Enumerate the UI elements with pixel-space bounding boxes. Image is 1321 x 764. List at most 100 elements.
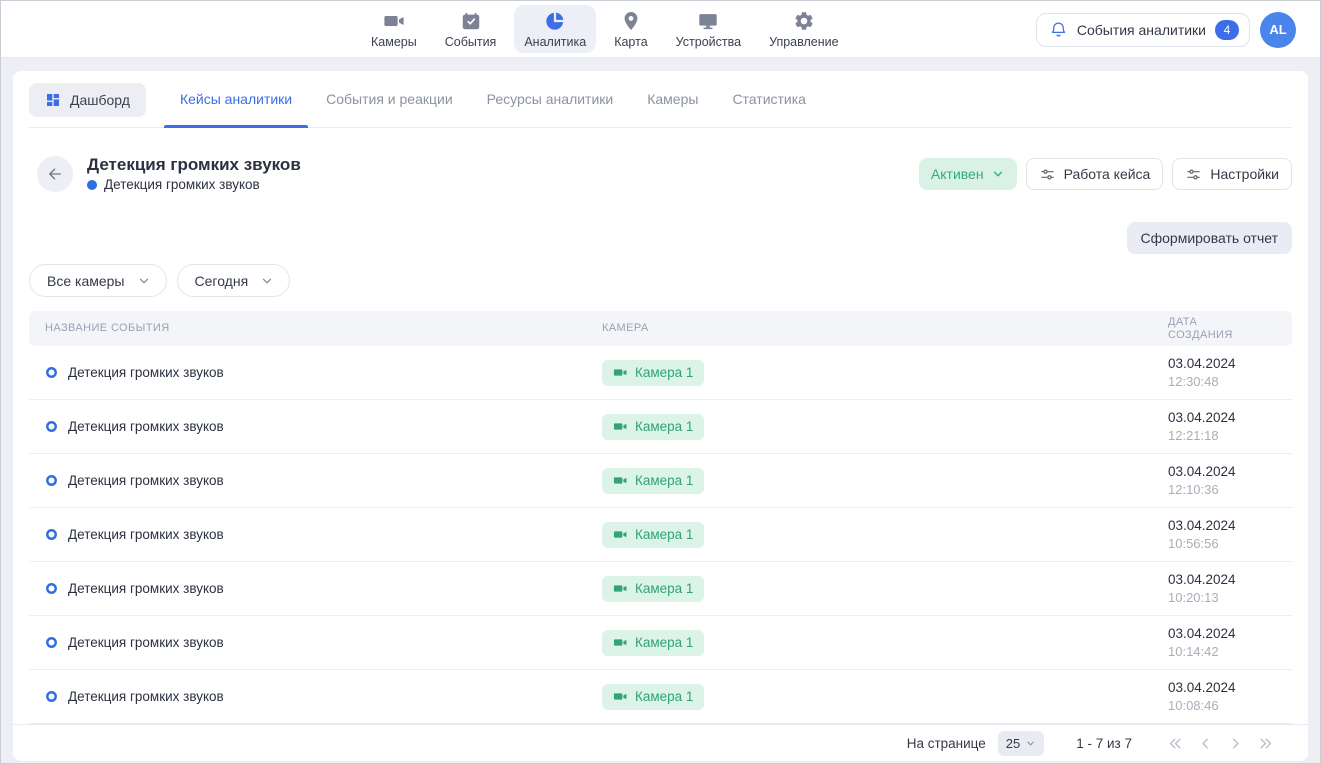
video-camera-icon (613, 365, 628, 380)
chevron-down-icon (260, 274, 274, 288)
monitor-icon (697, 10, 719, 32)
cameras-filter-dropdown[interactable]: Все камеры (29, 264, 167, 297)
camera-badge[interactable]: Камера 1 (602, 414, 704, 440)
event-time: 10:20:13 (1168, 589, 1292, 607)
nav-item-map[interactable]: Карта (604, 5, 657, 53)
per-page-select[interactable]: 25 (998, 731, 1044, 756)
next-page-button[interactable] (1222, 731, 1248, 757)
event-name-cell: Детекция громких звуков (29, 473, 602, 488)
date-cell: 03.04.2024 10:14:42 (1168, 624, 1292, 661)
event-date: 03.04.2024 (1168, 354, 1292, 373)
table-body: Детекция громких звуков Камера 1 03.04.2… (29, 346, 1292, 724)
first-page-button[interactable] (1162, 731, 1188, 757)
prev-page-button[interactable] (1192, 731, 1218, 757)
nav-item-events[interactable]: События (435, 5, 507, 53)
table-header: НАЗВАНИЕ СОБЫТИЯ КАМЕРА ДАТА СОЗДАНИЯ (29, 311, 1292, 346)
event-time: 10:14:42 (1168, 643, 1292, 661)
table-row[interactable]: Детекция громких звуков Камера 1 03.04.2… (29, 346, 1292, 400)
avatar[interactable]: AL (1260, 12, 1296, 48)
camera-cell: Камера 1 (602, 684, 1168, 710)
bell-icon (1049, 20, 1068, 39)
tab-analytics-cases[interactable]: Кейсы аналитики (164, 83, 308, 127)
event-date: 03.04.2024 (1168, 678, 1292, 697)
camera-badge[interactable]: Камера 1 (602, 630, 704, 656)
last-page-button[interactable] (1252, 731, 1278, 757)
tab-events-reactions[interactable]: События и реакции (310, 83, 469, 127)
table-footer: На странице 25 1 - 7 из 7 (13, 724, 1308, 761)
pager (1162, 731, 1278, 757)
camera-name: Камера 1 (635, 635, 693, 650)
nav-label: Устройства (676, 35, 741, 49)
tab-analytics-resources[interactable]: Ресурсы аналитики (471, 83, 630, 127)
event-name: Детекция громких звуков (68, 689, 224, 704)
arrow-left-icon (46, 165, 64, 183)
generate-report-button[interactable]: Сформировать отчет (1127, 222, 1293, 254)
nav-label: Карта (614, 35, 647, 49)
nav-label: События (445, 35, 497, 49)
table-row[interactable]: Детекция громких звуков Камера 1 03.04.2… (29, 562, 1292, 616)
back-button[interactable] (37, 156, 73, 192)
event-name: Детекция громких звуков (68, 473, 224, 488)
video-camera-icon (613, 581, 628, 596)
table-row[interactable]: Детекция громких звуков Камера 1 03.04.2… (29, 454, 1292, 508)
video-camera-icon (613, 473, 628, 488)
chevron-down-icon (1025, 738, 1036, 749)
date-cell: 03.04.2024 12:30:48 (1168, 354, 1292, 391)
tab-cameras[interactable]: Камеры (631, 83, 714, 127)
camera-badge[interactable]: Камера 1 (602, 576, 704, 602)
table-row[interactable]: Детекция громких звуков Камера 1 03.04.2… (29, 400, 1292, 454)
pie-chart-icon (544, 10, 566, 32)
date-cell: 03.04.2024 10:56:56 (1168, 516, 1292, 553)
camera-cell: Камера 1 (602, 576, 1168, 602)
dashboard-button[interactable]: Дашборд (29, 83, 146, 117)
camera-badge[interactable]: Камера 1 (602, 522, 704, 548)
event-date: 03.04.2024 (1168, 624, 1292, 643)
table-row[interactable]: Детекция громких звуков Камера 1 03.04.2… (29, 616, 1292, 670)
date-cell: 03.04.2024 10:20:13 (1168, 570, 1292, 607)
analytics-events-button[interactable]: События аналитики 4 (1036, 13, 1250, 47)
sliders-icon (1185, 166, 1202, 183)
report-row: Сформировать отчет (29, 222, 1292, 254)
period-filter-dropdown[interactable]: Сегодня (177, 264, 291, 297)
page-title: Детекция громких звуков (87, 154, 301, 175)
per-page-value: 25 (1006, 736, 1020, 751)
camera-cell: Камера 1 (602, 630, 1168, 656)
case-actions: Активен Работа кейса Настройки (919, 158, 1292, 190)
video-camera-icon (383, 10, 405, 32)
topbar: Камеры События Аналитика Карта Устройств… (1, 1, 1320, 58)
gear-icon (793, 10, 815, 32)
nav-item-management[interactable]: Управление (759, 5, 849, 53)
column-header-date-created: ДАТА СОЗДАНИЯ (1168, 316, 1258, 342)
nav-label: Управление (769, 35, 839, 49)
event-time: 10:08:46 (1168, 697, 1292, 715)
camera-badge[interactable]: Камера 1 (602, 360, 704, 386)
event-status-ring-icon (45, 474, 58, 487)
event-date: 03.04.2024 (1168, 570, 1292, 589)
camera-name: Камера 1 (635, 473, 693, 488)
video-camera-icon (613, 419, 628, 434)
event-date: 03.04.2024 (1168, 408, 1292, 427)
table-row[interactable]: Детекция громких звуков Камера 1 03.04.2… (29, 670, 1292, 724)
nav-item-cameras[interactable]: Камеры (361, 5, 427, 53)
case-work-button[interactable]: Работа кейса (1026, 158, 1164, 190)
tabs-row: Дашборд Кейсы аналитики События и реакци… (29, 83, 1292, 128)
analytics-case-card: Дашборд Кейсы аналитики События и реакци… (13, 71, 1308, 761)
sliders-icon (1039, 166, 1056, 183)
event-name: Детекция громких звуков (68, 365, 224, 380)
event-name: Детекция громких звуков (68, 527, 224, 542)
event-name-cell: Детекция громких звуков (29, 581, 602, 596)
event-time: 12:21:18 (1168, 427, 1292, 445)
tab-statistics[interactable]: Статистика (716, 83, 822, 127)
status-dropdown[interactable]: Активен (919, 158, 1017, 190)
table-row[interactable]: Детекция громких звуков Камера 1 03.04.2… (29, 508, 1292, 562)
case-subtitle-text: Детекция громких звуков (104, 175, 260, 194)
event-name-cell: Детекция громких звуков (29, 689, 602, 704)
nav-item-devices[interactable]: Устройства (666, 5, 751, 53)
event-status-ring-icon (45, 366, 58, 379)
settings-button[interactable]: Настройки (1172, 158, 1292, 190)
cameras-filter-value: Все камеры (47, 273, 125, 289)
nav-item-analytics[interactable]: Аналитика (514, 5, 596, 53)
camera-badge[interactable]: Камера 1 (602, 684, 704, 710)
camera-badge[interactable]: Камера 1 (602, 468, 704, 494)
status-dot-icon (87, 180, 97, 190)
